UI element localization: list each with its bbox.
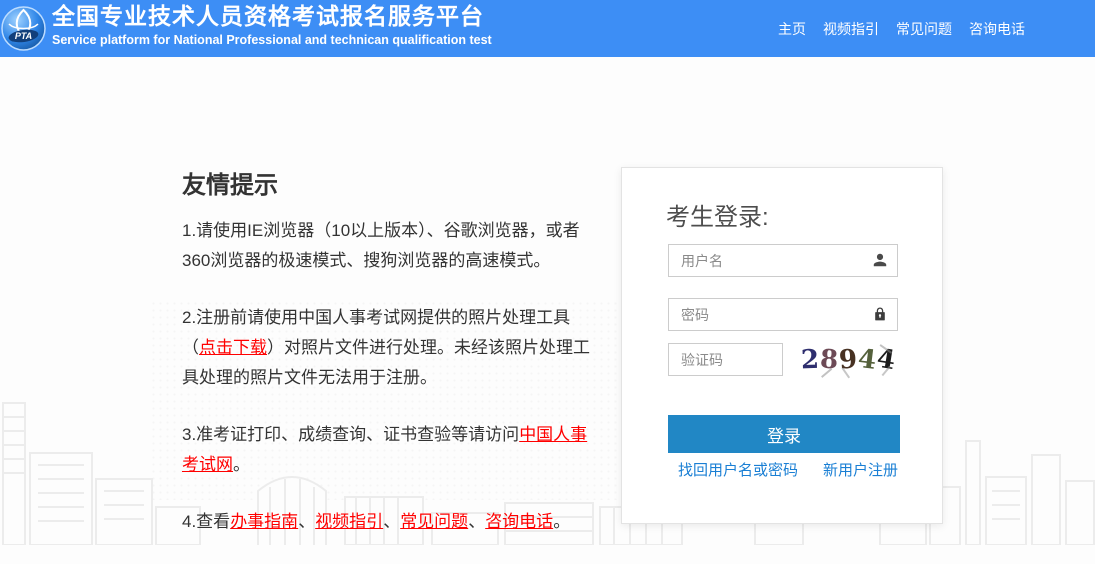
password-field-wrap — [668, 298, 898, 331]
tip-text: 、 — [298, 512, 316, 531]
tip-text: 。 — [233, 455, 250, 474]
tip-text: 、 — [383, 512, 401, 531]
service-guide-link[interactable]: 办事指南 — [230, 512, 298, 531]
tips-heading: 友情提示 — [182, 172, 278, 199]
app-header: PTA 全国专业技术人员资格考试报名服务平台 Service platform … — [0, 0, 1095, 57]
recover-account-link[interactable]: 找回用户名或密码 — [678, 459, 798, 480]
pta-logo: PTA — [1, 6, 46, 51]
tip-item-1: 1.请使用IE浏览器（10以上版本）、谷歌浏览器，或者360浏览器的极速模式、搜… — [182, 216, 604, 276]
captcha-input[interactable] — [668, 343, 783, 376]
svg-text:PTA: PTA — [15, 31, 32, 41]
password-input[interactable] — [668, 298, 898, 331]
new-user-register-link[interactable]: 新用户注册 — [823, 459, 898, 480]
captcha-digit: 2 — [800, 344, 821, 376]
friendly-tips-section: 友情提示 1.请使用IE浏览器（10以上版本）、谷歌浏览器，或者360浏览器的极… — [182, 165, 604, 564]
video-guide-link[interactable]: 视频指引 — [315, 512, 383, 531]
tip-text: 3.准考证打印、成绩查询、证书查验等请访问 — [182, 425, 520, 444]
captcha-digit: 4 — [874, 343, 899, 377]
nav-faq[interactable]: 常见问题 — [896, 19, 952, 39]
tip-text: 4.查看 — [182, 512, 231, 531]
username-input[interactable] — [668, 244, 898, 277]
login-button[interactable]: 登录 — [668, 415, 900, 453]
nav-home[interactable]: 主页 — [778, 19, 806, 39]
login-links: 找回用户名或密码 新用户注册 — [678, 459, 918, 480]
tip-item-3: 3.准考证打印、成绩查询、证书查验等请访问中国人事考试网。 — [182, 420, 604, 480]
tip-text: 1.请使用IE浏览器（10以上版本）、谷歌浏览器，或者360浏览器的极速模式、搜… — [182, 221, 580, 270]
login-panel: 考生登录: 2 8 9 4 4 登录 找回用户名或密码 新用户注册 — [621, 167, 943, 524]
header-nav: 主页 视频指引 常见问题 咨询电话 — [778, 0, 1025, 57]
download-photo-tool-link[interactable]: 点击下载 — [199, 338, 267, 357]
faq-link[interactable]: 常见问题 — [400, 512, 468, 531]
login-heading: 考生登录: — [666, 204, 769, 231]
captcha-field-wrap — [668, 343, 783, 376]
tip-text: 。 — [553, 512, 571, 531]
brand-block: 全国专业技术人员资格考试报名服务平台 Service platform for … — [52, 3, 492, 48]
captcha-image[interactable]: 2 8 9 4 4 — [798, 343, 899, 377]
contact-phone-link[interactable]: 咨询电话 — [485, 512, 553, 531]
site-subtitle: Service platform for National Profession… — [52, 33, 492, 47]
nav-video-guide[interactable]: 视频指引 — [823, 19, 879, 39]
tip-text: 、 — [468, 512, 486, 531]
username-field-wrap — [668, 244, 898, 277]
tip-item-2: 2.注册前请使用中国人事考试网提供的照片处理工具（点击下载）对照片文件进行处理。… — [182, 303, 604, 393]
captcha-digit: 8 — [819, 344, 840, 376]
tip-item-4: 4.查看办事指南、视频指引、常见问题、咨询电话。 — [182, 507, 604, 537]
nav-contact-phone[interactable]: 咨询电话 — [969, 19, 1025, 39]
site-title: 全国专业技术人员资格考试报名服务平台 — [52, 3, 484, 29]
